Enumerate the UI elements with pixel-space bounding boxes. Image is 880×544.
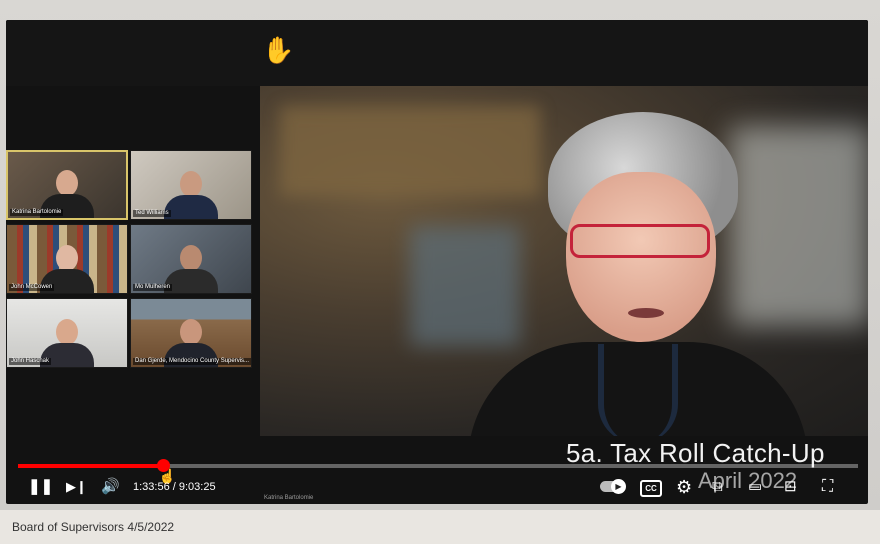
participant-name: John McCowen [9,284,55,291]
duration: 9:03:25 [178,481,216,493]
speaker-lanyard [598,344,678,436]
participant-name: Katrina Bartolomie [10,209,64,216]
fullscreen-icon[interactable]: ⛶ [822,472,833,502]
participant-tile: John Haschak [6,298,128,368]
theater-icon[interactable]: ▭ [748,472,762,502]
next-icon[interactable]: ▶❙ [66,472,87,502]
volume-icon[interactable]: 🔊 [101,472,120,502]
participant-figure [164,171,218,219]
monitor-screen: ✋ Katrina Bartolomie Ted Williams John M… [0,0,880,510]
cc-icon[interactable]: CC [640,480,662,497]
miniplayer-icon[interactable]: ⧉ [712,472,723,502]
participant-tile: Katrina Bartolomie [6,150,128,220]
video-title: Board of Supervisors 4/5/2022 [12,520,175,534]
speaker-mouth [628,308,664,318]
player-controls: ❚❚ ▶❙ 🔊 1:33:56 / 9:03:25 ▶ CC ⚙ ⧉ ▭ ⊡ ⛶ [6,472,868,502]
speaker-figure [438,112,818,436]
participant-tile: Dan Gjerde, Mendocino County Supervis... [130,298,252,368]
cast-icon[interactable]: ⊡ [784,472,797,502]
current-time: 1:33:56 [133,481,170,493]
participant-name: Ted Williams [133,210,171,217]
speaker-video [260,86,868,436]
participant-name: John Haschak [9,358,52,365]
autoplay-play-icon: ▶ [611,479,626,494]
zoom-top-bar: ✋ [6,20,868,86]
speaker-glasses [570,224,710,258]
progress-fill [18,464,163,468]
participant-tile: Ted Williams [130,150,252,220]
active-speaker-label: Katrina Bartolomie [264,495,314,501]
time-display: 1:33:56 / 9:03:25 [133,472,216,502]
autoplay-toggle[interactable]: ▶ [600,479,626,494]
raised-hand-icon: ✋ [262,35,295,65]
pause-icon[interactable]: ❚❚ [28,472,53,502]
participant-figure [164,245,218,293]
gear-icon[interactable]: ⚙ [676,472,692,502]
participant-gallery: Katrina Bartolomie Ted Williams John McC… [6,150,258,372]
participant-tile: Mo Mulheren [130,224,252,294]
participant-tile: John McCowen [6,224,128,294]
participant-name: Mo Mulheren [133,284,173,291]
time-separator: / [169,481,179,493]
participant-name: Dan Gjerde, Mendocino County Supervis... [133,358,251,365]
video-player[interactable]: ✋ Katrina Bartolomie Ted Williams John M… [6,20,868,504]
